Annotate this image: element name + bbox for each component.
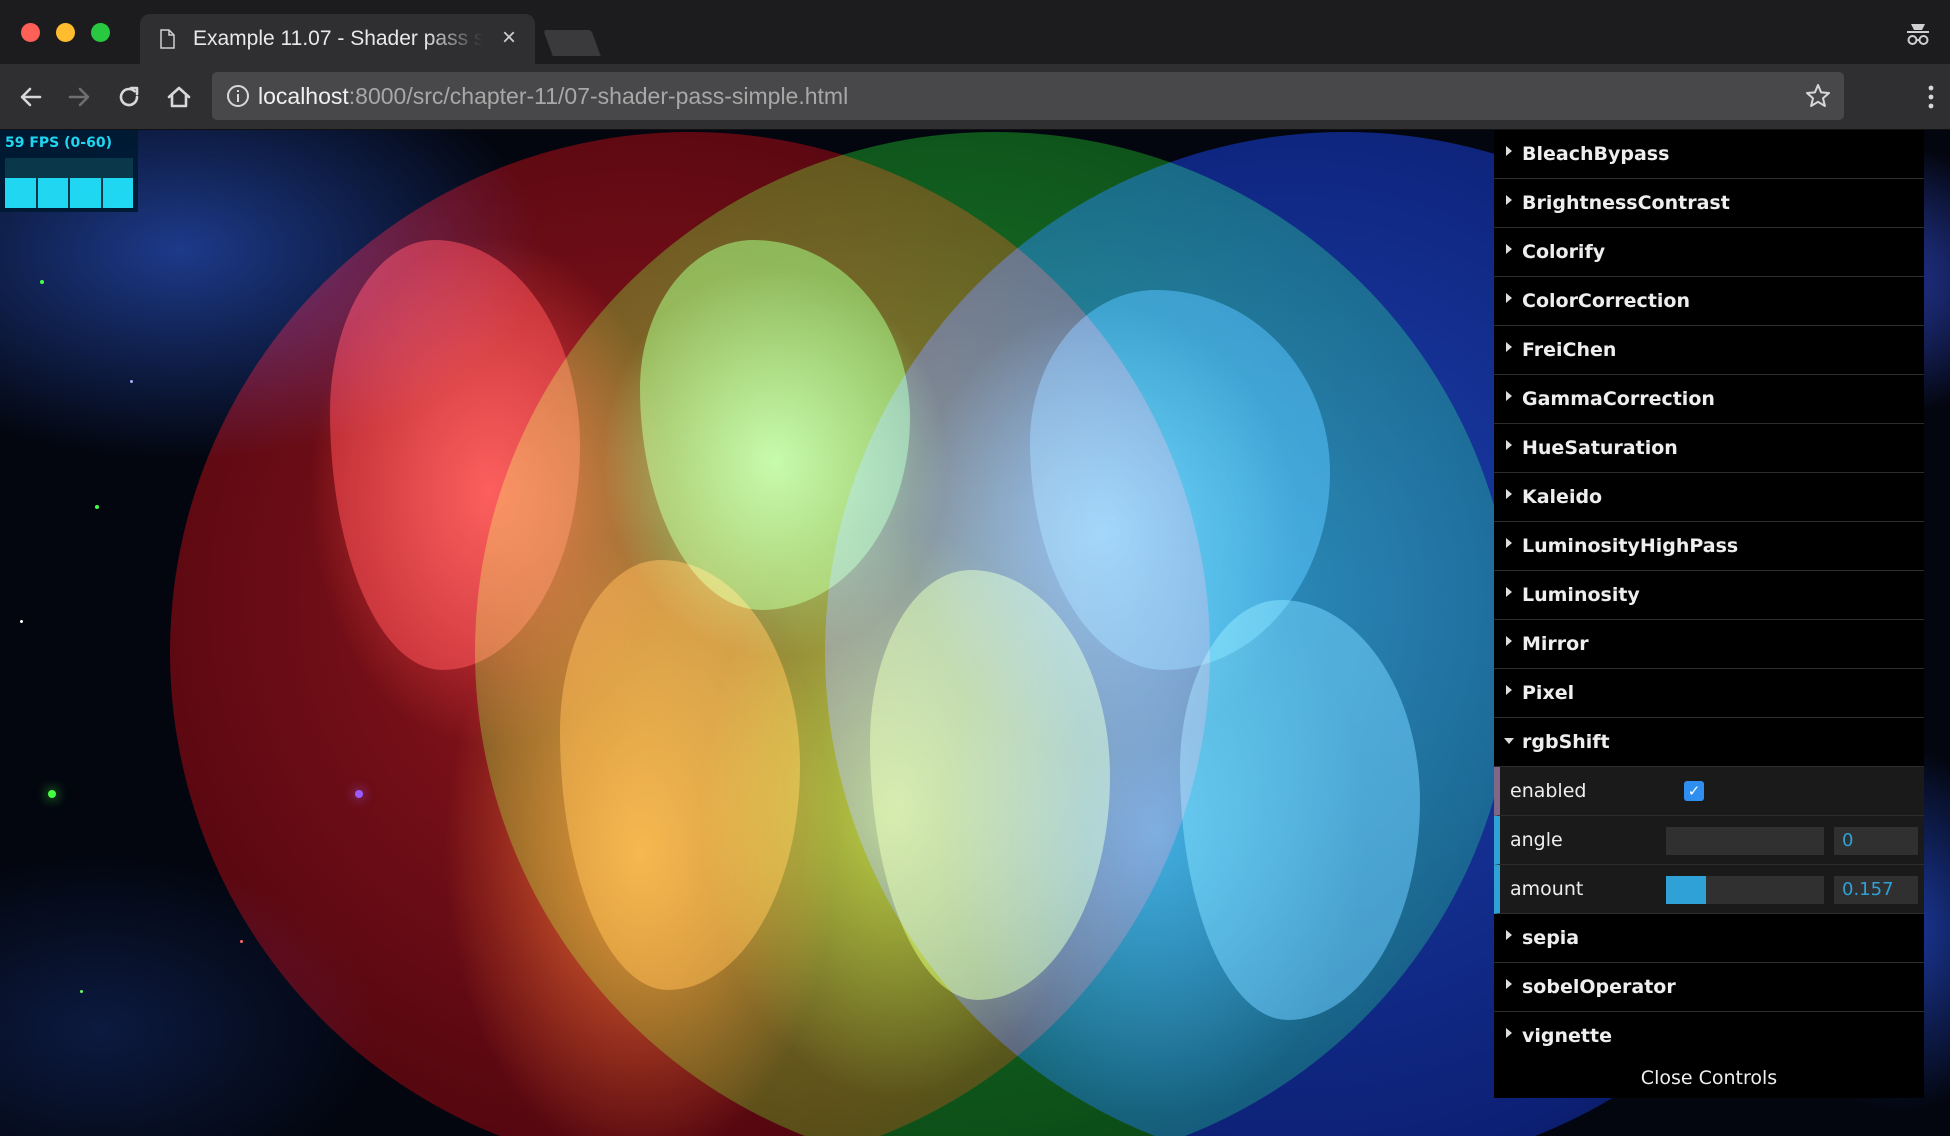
control-angle: angle 0	[1494, 816, 1924, 865]
enabled-checkbox[interactable]: ✓	[1684, 781, 1704, 801]
folder-collapsed-arrow-icon	[1506, 636, 1512, 646]
home-icon[interactable]	[164, 82, 194, 112]
fps-graph	[5, 158, 133, 208]
folder-collapsed-arrow-icon	[1506, 342, 1512, 352]
control-label: amount	[1510, 878, 1584, 900]
folder-label: Mirror	[1522, 633, 1589, 655]
folder-label: ColorCorrection	[1522, 290, 1690, 312]
folder-label: rgbShift	[1522, 731, 1610, 753]
angle-input[interactable]: 0	[1834, 827, 1918, 855]
fps-bar	[70, 178, 101, 208]
tab-close-icon[interactable]: ×	[502, 25, 516, 51]
folder-label: Luminosity	[1522, 584, 1640, 606]
new-tab-button[interactable]	[543, 30, 601, 56]
minimize-window-button[interactable]	[56, 23, 75, 42]
url-path: :8000/src/chapter-11/07-shader-pass-simp…	[348, 83, 849, 109]
page-icon	[160, 29, 175, 49]
zoom-window-button[interactable]	[91, 23, 110, 42]
folder-label: BleachBypass	[1522, 143, 1670, 165]
folder-kaleido[interactable]: Kaleido	[1494, 473, 1924, 522]
folder-collapsed-arrow-icon	[1506, 293, 1512, 303]
url-text: localhost:8000/src/chapter-11/07-shader-…	[258, 83, 848, 110]
folder-huesaturation[interactable]: HueSaturation	[1494, 424, 1924, 473]
browser-toolbar: localhost:8000/src/chapter-11/07-shader-…	[0, 64, 1950, 130]
close-controls-button[interactable]: Close Controls	[1494, 1060, 1924, 1098]
fps-graph-bars	[5, 178, 133, 208]
amount-slider-fill	[1666, 876, 1706, 904]
control-amount: amount 0.157	[1494, 865, 1924, 914]
folder-label: sobelOperator	[1522, 976, 1676, 998]
star	[80, 990, 83, 993]
folder-colorify[interactable]: Colorify	[1494, 228, 1924, 277]
folder-pixel[interactable]: Pixel	[1494, 669, 1924, 718]
info-icon[interactable]	[226, 84, 250, 108]
close-window-button[interactable]	[21, 23, 40, 42]
folder-collapsed-arrow-icon	[1506, 587, 1512, 597]
folder-freichen[interactable]: FreiChen	[1494, 326, 1924, 375]
folder-collapsed-arrow-icon	[1506, 146, 1512, 156]
reload-icon[interactable]	[114, 82, 144, 112]
folder-expanded-arrow-icon	[1504, 738, 1514, 744]
star	[95, 505, 99, 509]
folder-collapsed-arrow-icon	[1506, 391, 1512, 401]
folder-collapsed-arrow-icon	[1506, 930, 1512, 940]
fps-bar	[5, 178, 36, 208]
star	[48, 790, 56, 798]
folder-mirror[interactable]: Mirror	[1494, 620, 1924, 669]
star	[130, 380, 133, 383]
folder-collapsed-arrow-icon	[1506, 489, 1512, 499]
window-titlebar: Example 11.07 - Shader pass simple ×	[0, 0, 1950, 64]
url-host: localhost	[258, 83, 349, 109]
star	[240, 940, 243, 943]
folder-rgbshift[interactable]: rgbShift	[1494, 718, 1924, 767]
folder-collapsed-arrow-icon	[1506, 979, 1512, 989]
browser-tab[interactable]: Example 11.07 - Shader pass simple ×	[140, 14, 535, 64]
folder-label: Colorify	[1522, 241, 1606, 263]
amount-slider[interactable]	[1666, 876, 1824, 904]
fps-bar	[102, 178, 133, 208]
amount-input[interactable]: 0.157	[1834, 876, 1918, 904]
folder-vignette[interactable]: vignette	[1494, 1012, 1924, 1061]
folder-sepia[interactable]: sepia	[1494, 914, 1924, 963]
folder-label: HueSaturation	[1522, 437, 1678, 459]
angle-slider[interactable]	[1666, 827, 1824, 855]
folder-gammacorrection[interactable]: GammaCorrection	[1494, 375, 1924, 424]
fps-bar	[37, 178, 68, 208]
folder-label: BrightnessContrast	[1522, 192, 1730, 214]
folder-label: vignette	[1522, 1025, 1612, 1047]
control-label: angle	[1510, 829, 1563, 851]
forward-icon[interactable]	[64, 82, 94, 112]
incognito-icon	[1907, 24, 1929, 45]
folder-bleachbypass[interactable]: BleachBypass	[1494, 130, 1924, 179]
folder-label: sepia	[1522, 927, 1580, 949]
folder-luminosityhighpass[interactable]: LuminosityHighPass	[1494, 522, 1924, 571]
tab-title: Example 11.07 - Shader pass simple	[193, 27, 483, 50]
folder-collapsed-arrow-icon	[1506, 195, 1512, 205]
folder-colorcorrection[interactable]: ColorCorrection	[1494, 277, 1924, 326]
address-bar[interactable]: localhost:8000/src/chapter-11/07-shader-…	[212, 72, 1844, 120]
folder-label: GammaCorrection	[1522, 388, 1715, 410]
fps-label: 59 FPS (0-60)	[5, 135, 112, 151]
star-icon[interactable]	[1804, 82, 1832, 110]
folder-label: FreiChen	[1522, 339, 1617, 361]
menu-icon[interactable]	[1926, 82, 1936, 112]
folder-sobeloperator[interactable]: sobelOperator	[1494, 963, 1924, 1012]
folder-collapsed-arrow-icon	[1506, 685, 1512, 695]
star	[20, 620, 23, 623]
folder-label: Pixel	[1522, 682, 1575, 704]
dat-gui-panel: BleachBypass BrightnessContrast Colorify…	[1494, 130, 1924, 1098]
folder-collapsed-arrow-icon	[1506, 440, 1512, 450]
control-enabled: enabled ✓	[1494, 767, 1924, 816]
star	[40, 280, 44, 284]
folder-collapsed-arrow-icon	[1506, 244, 1512, 254]
folder-collapsed-arrow-icon	[1506, 538, 1512, 548]
folder-luminosity[interactable]: Luminosity	[1494, 571, 1924, 620]
back-icon[interactable]	[16, 82, 46, 112]
folder-label: Kaleido	[1522, 486, 1603, 508]
folder-collapsed-arrow-icon	[1506, 1028, 1512, 1038]
folder-label: LuminosityHighPass	[1522, 535, 1739, 557]
fps-stats-widget[interactable]: 59 FPS (0-60)	[0, 130, 138, 212]
control-label: enabled	[1510, 780, 1587, 802]
folder-brightnesscontrast[interactable]: BrightnessContrast	[1494, 179, 1924, 228]
